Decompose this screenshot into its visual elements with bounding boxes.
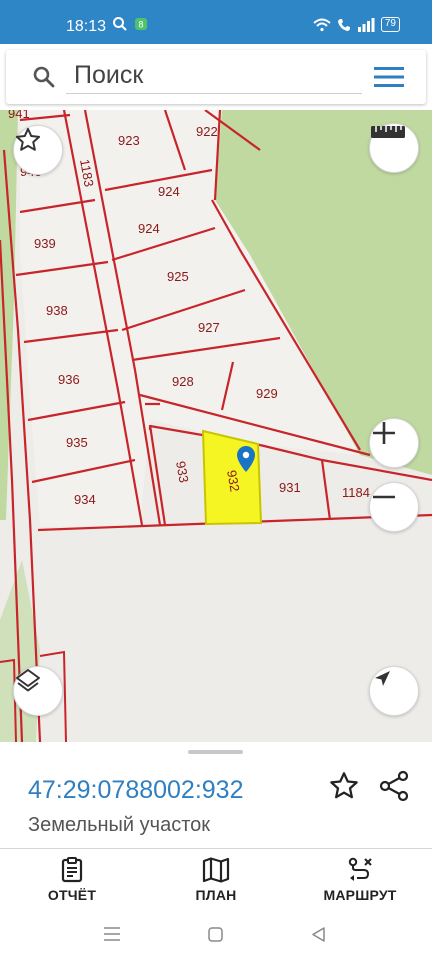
- parcel-label: 923: [118, 133, 140, 148]
- favorites-map-button[interactable]: [13, 125, 63, 175]
- report-button[interactable]: ОТЧЁТ: [0, 849, 144, 910]
- map-icon: [202, 857, 230, 883]
- report-label: ОТЧЁТ: [47, 887, 97, 903]
- map-view[interactable]: 940 941 923 922 1183 924 924 939 925 938…: [0, 110, 432, 742]
- cadastral-map[interactable]: 940 941 923 922 1183 924 924 939 925 938…: [0, 110, 432, 742]
- star-outline-icon[interactable]: [328, 770, 360, 802]
- parcel-label: 929: [256, 386, 278, 401]
- ruler-button[interactable]: [369, 123, 419, 173]
- recent-apps-icon[interactable]: [104, 927, 120, 941]
- plan-button[interactable]: ПЛАН: [144, 849, 288, 910]
- wifi-icon: [313, 18, 331, 31]
- route-button[interactable]: МАРШРУТ: [288, 849, 432, 910]
- call-icon: [337, 18, 350, 31]
- my-location-button[interactable]: [369, 666, 419, 716]
- object-type: Земельный участок: [28, 814, 211, 836]
- parcel-label: 936: [58, 372, 80, 387]
- parcel-label: 922: [196, 124, 218, 139]
- status-time: 18:13: [66, 18, 107, 35]
- parcel-label: 939: [34, 236, 56, 251]
- svg-text:8: 8: [138, 20, 143, 30]
- parcel-label: 924: [158, 184, 180, 199]
- status-bar: 18:13 8 79: [0, 0, 432, 44]
- parcel-label: 928: [172, 374, 194, 389]
- layers-icon: [16, 669, 40, 692]
- plan-label: ПЛАН: [195, 887, 237, 903]
- parcel-label: 931: [279, 480, 301, 495]
- back-icon[interactable]: [311, 927, 326, 942]
- parcel-label: 1184: [342, 485, 370, 500]
- search-bar: [6, 50, 426, 104]
- share-icon[interactable]: [378, 770, 410, 802]
- route-label: МАРШРУТ: [323, 887, 397, 903]
- parcel-label: 924: [138, 221, 160, 236]
- sheet-drag-handle[interactable]: [188, 750, 243, 754]
- navigation-arrow-icon: [375, 671, 390, 686]
- route-icon: [348, 857, 372, 881]
- parcel-label: 941: [8, 110, 30, 121]
- object-info-sheet[interactable]: 47:29:0788002:932 Земельный участок: [0, 742, 432, 850]
- menu-icon[interactable]: [374, 66, 404, 88]
- home-icon[interactable]: [208, 927, 223, 942]
- search-icon[interactable]: [32, 65, 56, 89]
- zoom-in-button[interactable]: [369, 418, 419, 468]
- signal-icon: [357, 17, 375, 32]
- cadastral-number: 47:29:0788002:932: [28, 776, 244, 804]
- layers-button[interactable]: [13, 666, 63, 716]
- parcel-label: 925: [167, 269, 189, 284]
- minus-icon: [373, 495, 395, 499]
- plus-icon: [373, 422, 395, 444]
- system-navigation-bar: [0, 910, 432, 960]
- search-input[interactable]: [66, 58, 362, 94]
- search-notification-icon: [113, 17, 127, 31]
- star-outline-icon: [15, 127, 41, 151]
- app-notification-icon: 8: [135, 18, 147, 30]
- battery-icon: 79: [380, 17, 400, 32]
- parcel-label: 927: [198, 320, 220, 335]
- bottom-navigation: ОТЧЁТ ПЛАН МАРШРУТ: [0, 848, 432, 910]
- clipboard-icon: [61, 857, 83, 883]
- parcel-label: 935: [66, 435, 88, 450]
- ruler-icon: [371, 126, 405, 138]
- parcel-label: 938: [46, 303, 68, 318]
- parcel-label: 934: [74, 492, 96, 507]
- zoom-out-button[interactable]: [369, 482, 419, 532]
